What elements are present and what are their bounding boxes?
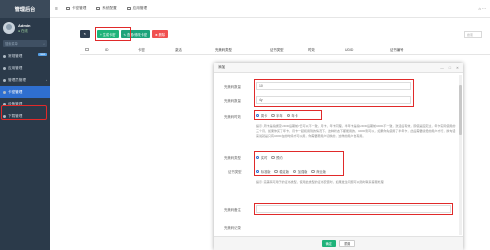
tab-label: 卡密管理 [71, 6, 87, 10]
confirm-button[interactable]: 确定 [321, 240, 336, 247]
remark-label: 完美码备注 [224, 208, 241, 212]
annotation-highlight [1, 105, 47, 120]
record-label: 完美码记录 [224, 226, 241, 230]
avatar [3, 22, 15, 34]
col-header-id[interactable]: ID [105, 48, 108, 52]
refresh-button[interactable]: ↻ [80, 30, 90, 38]
chevron-right-icon: ‹ [46, 78, 47, 82]
dialog-title: 添加 [218, 65, 226, 69]
dialog-header: 添加 — □ ✕ [214, 63, 463, 73]
annotation-highlight [254, 79, 414, 107]
user-panel[interactable]: Admin ● 在线 [0, 18, 50, 38]
home-icon[interactable]: ⌂ ⋯ [478, 6, 486, 11]
top-bar: ≡ 卡密管理 系统配置 应用管理 ⌂ ⋯ [50, 0, 490, 18]
users-icon [3, 78, 6, 82]
col-header-code-type[interactable]: 完美码类型 [215, 47, 232, 52]
add-dialog: 添加 — □ ✕ 完美码数量 10 完美码数量 4y 完美码时效 周卡 半年 年… [214, 63, 463, 250]
apps-icon [3, 66, 6, 70]
validity-hint: 提示: 周卡是指绑定UDID后期前7日可以不一致，月卡，年卡同理，半年卡是指UD… [256, 124, 456, 138]
scrollbar-thumb[interactable] [459, 85, 462, 135]
tab-icon [126, 6, 131, 11]
user-status: ● 在线 [18, 29, 28, 33]
new-badge: new [38, 53, 47, 56]
cert-hint: 提示: 完美码可用于的证书类型，使用此类型的证书安装时，如果发生问题可以随时联系… [256, 180, 384, 184]
sidebar-item-label: 卡密管理 [8, 89, 23, 94]
sidebar-item-apps[interactable]: 应用管理 [0, 62, 50, 74]
sidebar-item-general[interactable]: 常规管理 new [0, 50, 50, 62]
sidebar-item-label: 管理员管理 [8, 77, 26, 82]
sidebar-item-cards[interactable]: 卡密管理 [0, 86, 50, 98]
count-label: 完美码数量 [224, 99, 241, 103]
tab-label: 系统配置 [102, 6, 117, 10]
tab-icon [96, 6, 101, 11]
tab-icon [65, 6, 70, 11]
sidebar-item-admins[interactable]: 管理员管理 ‹ [0, 74, 50, 86]
sidebar-item-label: 常规管理 [8, 53, 23, 58]
maximize-icon[interactable]: □ [449, 66, 451, 70]
code-label: 完美码数量 [224, 85, 241, 89]
tab-settings[interactable]: 系统配置 [96, 6, 117, 11]
sidebar-item-label: 应用管理 [8, 65, 23, 70]
menu-toggle-icon[interactable]: ≡ [55, 6, 58, 12]
sidebar: 管理后台 Admin ● 在线 搜索菜单 ⌕ 常规管理 new 应用管理 管理员… [0, 0, 50, 250]
cert-label: 证书类型 [228, 170, 242, 174]
app-root: 管理后台 Admin ● 在线 搜索菜单 ⌕ 常规管理 new 应用管理 管理员… [0, 0, 490, 250]
annotation-highlight [254, 203, 453, 215]
sidebar-search-placeholder: 搜索菜单 [5, 42, 18, 46]
col-header-duration[interactable]: 时效 [308, 47, 315, 52]
reset-button[interactable]: 重置 [339, 240, 356, 247]
select-all-checkbox[interactable] [85, 47, 89, 52]
minimize-icon[interactable]: — [440, 66, 444, 70]
search-icon: ⌕ [43, 41, 45, 46]
annotation-highlight [254, 110, 322, 120]
cog-icon [3, 54, 6, 58]
validity-label: 完美码时效 [224, 115, 241, 119]
dialog-controls: — □ ✕ [440, 66, 459, 70]
tab-cards[interactable]: 卡密管理 [65, 6, 87, 11]
delete-button[interactable]: ✖ 删除 [152, 30, 169, 38]
col-header-cert-number[interactable]: 证书编号 [390, 47, 404, 52]
tab-apps[interactable]: 应用管理 [126, 6, 148, 11]
app-logo: 管理后台 [0, 0, 50, 18]
close-icon[interactable]: ✕ [456, 66, 459, 70]
col-header-card[interactable]: 卡密 [138, 47, 145, 52]
col-header-udid[interactable]: UDID [345, 48, 353, 52]
tab-label: 应用管理 [132, 6, 148, 10]
col-header-activated[interactable]: 激活 [175, 47, 182, 52]
dialog-scrollbar[interactable] [459, 75, 462, 235]
annotation-highlight [254, 151, 344, 176]
type-label: 完美码类型 [224, 156, 241, 160]
col-header-cert-type[interactable]: 证书类型 [270, 47, 284, 52]
dialog-footer: 确定 重置 [214, 236, 463, 250]
annotation-highlight [95, 27, 131, 41]
table-search-input[interactable]: 搜索 [464, 31, 482, 38]
table-header: ID 卡密 激活 完美码类型 证书类型 时效 UDID 证书编号 [80, 45, 490, 55]
dialog-body: 完美码数量 10 完美码数量 4y 完美码时效 周卡 半年 年卡 提示: 周卡是… [214, 73, 463, 236]
sidebar-search[interactable]: 搜索菜单 ⌕ [3, 40, 47, 47]
card-icon [3, 90, 6, 94]
